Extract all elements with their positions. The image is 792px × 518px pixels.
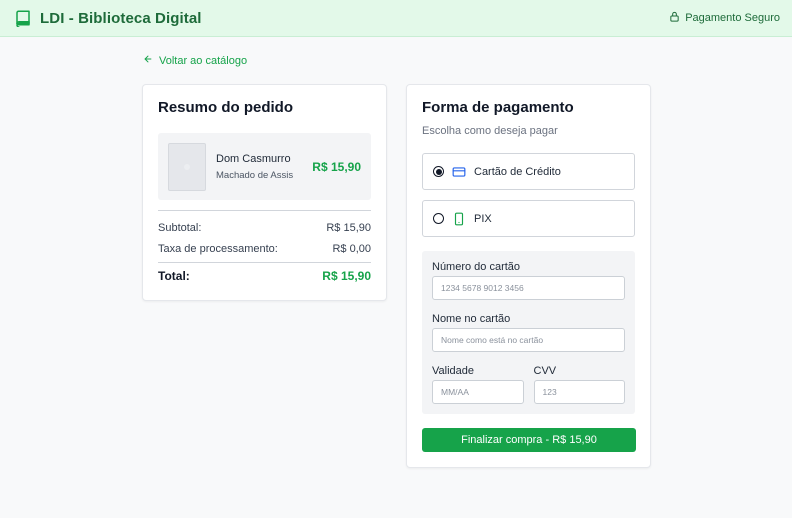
pix-label: PIX <box>474 212 492 225</box>
smartphone-icon <box>452 212 466 226</box>
order-item: Dom Casmurro Machado de Assis R$ 15,90 <box>158 133 371 200</box>
cvv-label: CVV <box>533 365 557 377</box>
order-summary-card: Resumo do pedido Dom Casmurro Machado de… <box>142 84 387 301</box>
payment-option-credit-card[interactable]: Cartão de Crédito <box>422 153 635 190</box>
expiry-input[interactable] <box>432 380 524 404</box>
total-label: Total: <box>158 269 190 283</box>
payment-option-pix[interactable]: PIX <box>422 200 635 237</box>
item-author: Machado de Assis <box>216 169 294 181</box>
expiry-label: Validade <box>432 365 474 377</box>
card-name-label: Nome no cartão <box>432 313 511 325</box>
divider <box>158 210 371 211</box>
item-title: Dom Casmurro <box>216 152 291 165</box>
brand[interactable]: LDI - Biblioteca Digital <box>14 9 202 27</box>
lock-icon <box>669 11 680 25</box>
subtotal-label: Subtotal: <box>158 222 202 234</box>
back-label: Voltar ao catálogo <box>159 54 248 67</box>
secure-payment-label: Pagamento Seguro <box>685 12 780 24</box>
fee-label: Taxa de processamento: <box>158 243 278 255</box>
app-title: LDI - Biblioteca Digital <box>40 9 202 27</box>
subtotal-value: R$ 15,90 <box>326 222 371 234</box>
fee-row: Taxa de processamento: R$ 0,00 <box>158 243 371 255</box>
total-value: R$ 15,90 <box>322 269 371 283</box>
payment-subtitle: Escolha como deseja pagar <box>422 125 558 137</box>
top-bar: LDI - Biblioteca Digital Pagamento Segur… <box>0 0 792 37</box>
book-cover-image <box>168 142 206 191</box>
secure-payment-badge: Pagamento Seguro <box>669 11 780 25</box>
back-to-catalog-link[interactable]: Voltar ao catálogo <box>143 54 247 67</box>
credit-card-icon <box>452 165 466 179</box>
divider <box>158 262 371 263</box>
arrow-left-icon <box>143 54 153 67</box>
card-details-form: Número do cartão Nome no cartão Validade… <box>422 251 635 414</box>
fee-value: R$ 0,00 <box>332 243 371 255</box>
radio-credit-card[interactable] <box>433 166 444 177</box>
subtotal-row: Subtotal: R$ 15,90 <box>158 222 371 234</box>
radio-pix[interactable] <box>433 213 444 224</box>
book-icon <box>14 9 32 27</box>
card-number-input[interactable] <box>432 276 625 300</box>
card-name-input[interactable] <box>432 328 625 352</box>
order-summary-title: Resumo do pedido <box>158 99 293 116</box>
finalize-purchase-button[interactable]: Finalizar compra - R$ 15,90 <box>422 428 636 452</box>
item-price: R$ 15,90 <box>312 159 361 174</box>
cvv-input[interactable] <box>533 380 625 404</box>
card-number-label: Número do cartão <box>432 261 521 273</box>
payment-title: Forma de pagamento <box>422 99 574 116</box>
payment-method-card: Forma de pagamento Escolha como deseja p… <box>406 84 651 468</box>
total-row: Total: R$ 15,90 <box>158 269 371 283</box>
credit-card-label: Cartão de Crédito <box>474 165 561 178</box>
